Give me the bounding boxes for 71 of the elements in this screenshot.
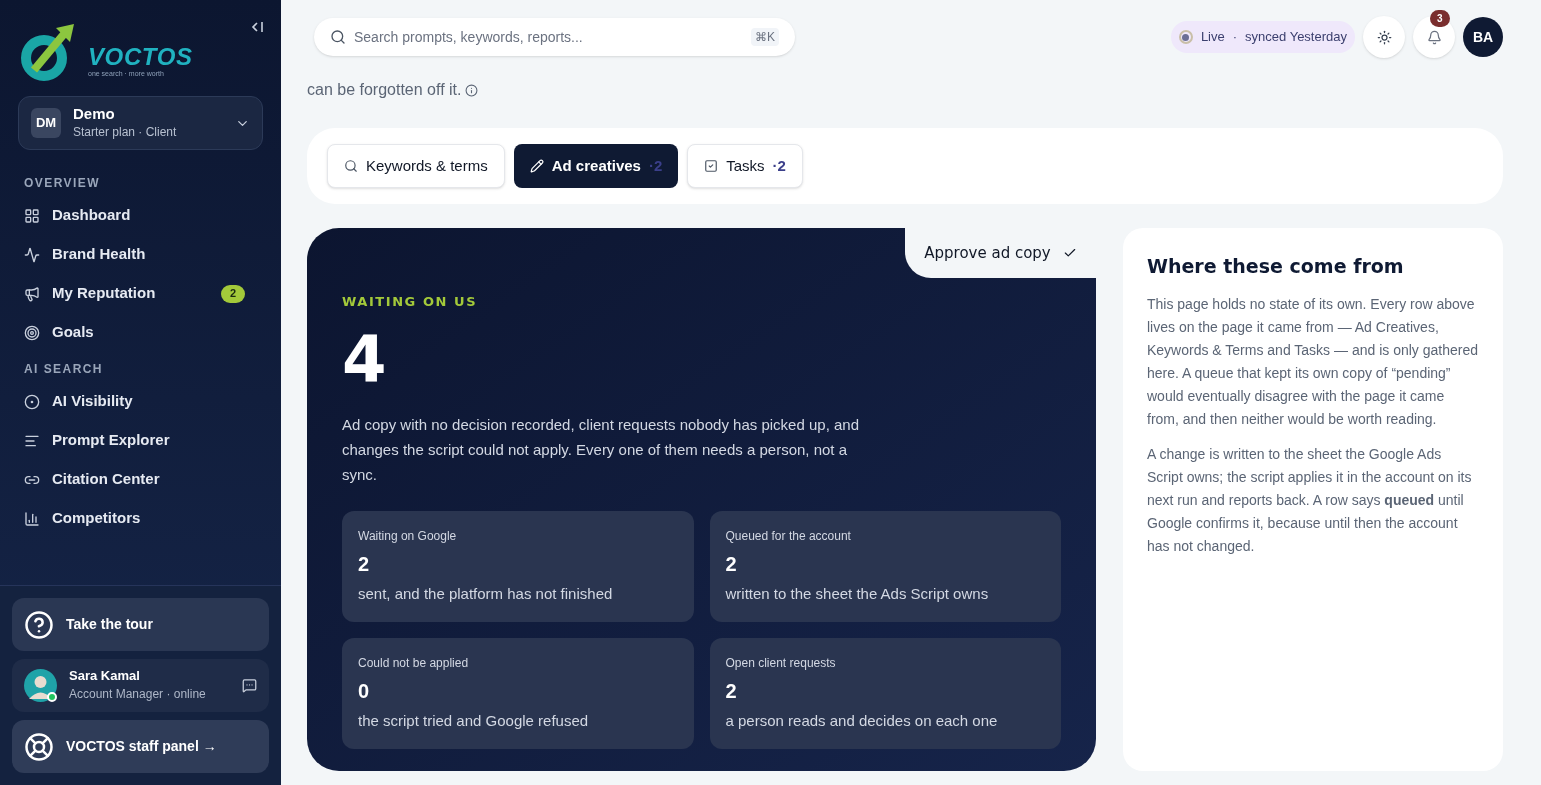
- check-icon: [1062, 246, 1077, 260]
- theme-toggle-button[interactable]: [1363, 16, 1405, 58]
- target-icon: [24, 324, 40, 341]
- stat-value: 2: [358, 551, 371, 577]
- notifications-button[interactable]: [1413, 16, 1455, 58]
- collapse-sidebar-icon[interactable]: [251, 20, 265, 34]
- help-icon: [24, 609, 54, 640]
- sidebar-item[interactable]: Dashboard: [0, 196, 281, 235]
- stat-value: 2: [725, 551, 738, 577]
- stat-title: Waiting on Google: [358, 527, 458, 545]
- health-icon: [24, 246, 40, 263]
- section-heading: AI SEARCH: [23, 361, 104, 378]
- sync-status-pill: Live · synced Yesterday: [1170, 21, 1355, 53]
- dot-icon: [24, 393, 40, 410]
- stat-title: Could not be applied: [358, 654, 470, 672]
- sidebar-item[interactable]: Prompt Explorer: [0, 421, 281, 460]
- lifebuoy-icon: [24, 731, 54, 762]
- sidebar-item[interactable]: Citation Center: [0, 460, 281, 499]
- workspace-plan: Starter plan · Client: [73, 124, 178, 142]
- edit-icon: [529, 159, 544, 173]
- sidebar-item[interactable]: AI Visibility: [0, 382, 281, 421]
- workspace-name: Demo: [73, 104, 116, 124]
- section-heading: OVERVIEW: [23, 175, 101, 192]
- filter-tab[interactable]: Keywords & terms: [327, 144, 505, 188]
- stat-value: 0: [358, 678, 371, 704]
- sidebar-item[interactable]: Competitors: [0, 499, 281, 538]
- grid-icon: [24, 207, 40, 224]
- search-icon: [344, 159, 358, 173]
- manager-name: Sara Kamal: [69, 668, 141, 685]
- summary-description: Ad copy with no decision recorded, client requests nobody has picked up, and changes the script could not apply. Every one of them needs a person, not a sync.: [342, 414, 860, 485]
- info-paragraph: This page holds no state of its own. Every row above lives on the page it came from — Ad Creatives, Keywords & Terms and Tasks — and is only gathered here. A queue that kept its own copy of “pending” would eventually disagree with the page it came from, and then neither would be worth reading.: [1147, 294, 1479, 429]
- eyebrow-label: WAITING ON US: [342, 293, 479, 311]
- count-badge: 2: [221, 284, 245, 303]
- approve-ad-copy-tab[interactable]: Approve ad copy: [905, 228, 1096, 278]
- stat-note: the script tried and Google refused: [358, 710, 590, 731]
- search-input[interactable]: Search prompts, keywords, reports...: [354, 26, 743, 48]
- filter-tab[interactable]: Ad creatives ·2: [513, 144, 679, 188]
- sun-icon: [1376, 29, 1392, 45]
- stat-note: sent, and the platform has not finished: [358, 583, 614, 604]
- user-avatar[interactable]: BA: [1463, 17, 1503, 57]
- intro-text: can be forgotten off it.: [307, 80, 462, 100]
- megaphone-icon: [24, 285, 40, 302]
- stat-title: Open client requests: [725, 654, 837, 672]
- search-field[interactable]: Search prompts, keywords, reports... ⌘K: [314, 18, 795, 56]
- info-paragraph: A change is written to the sheet the Google Ads Script owns; the script applies it in the account on its next run and reports back. A row says queued until Google confirms it, because until then the account has not changed.: [1147, 444, 1473, 556]
- tour-button[interactable]: Take the tour: [12, 598, 269, 651]
- sidebar-item[interactable]: My Reputation 2: [0, 274, 281, 313]
- info-icon[interactable]: [465, 83, 479, 97]
- shortcut-hint: ⌘K: [751, 28, 779, 46]
- manager-role: Account Manager · online: [69, 685, 207, 703]
- stat-note: a person reads and decides on each one: [725, 710, 999, 731]
- info-title: Where these come from: [1147, 254, 1405, 279]
- staff-panel-button[interactable]: VOCTOS staff panel →: [12, 720, 269, 773]
- chat-icon[interactable]: [242, 678, 257, 693]
- live-indicator-icon: [1178, 30, 1193, 44]
- avatar-silhouette: [24, 669, 57, 702]
- total-count: 4: [342, 327, 388, 392]
- filter-tab[interactable]: Tasks ·2: [687, 144, 803, 188]
- sidebar-item[interactable]: Goals: [0, 313, 281, 352]
- stat-value: 2: [725, 678, 738, 704]
- stat-title: Queued for the account: [725, 527, 852, 545]
- bars-icon: [24, 510, 40, 527]
- check-icon: [704, 159, 719, 173]
- bell-icon: [1426, 29, 1442, 45]
- stat-note: written to the sheet the Ads Script owns: [725, 583, 990, 604]
- workspace-selector[interactable]: DM Demo Starter plan · Client: [18, 96, 263, 150]
- workspace-avatar: DM: [31, 108, 61, 138]
- sidebar-item[interactable]: Brand Health: [0, 235, 281, 274]
- search-icon: [330, 29, 346, 45]
- account-manager-card[interactable]: Sara Kamal Account Manager · online: [12, 659, 269, 712]
- notification-count-badge: 3: [1430, 10, 1450, 27]
